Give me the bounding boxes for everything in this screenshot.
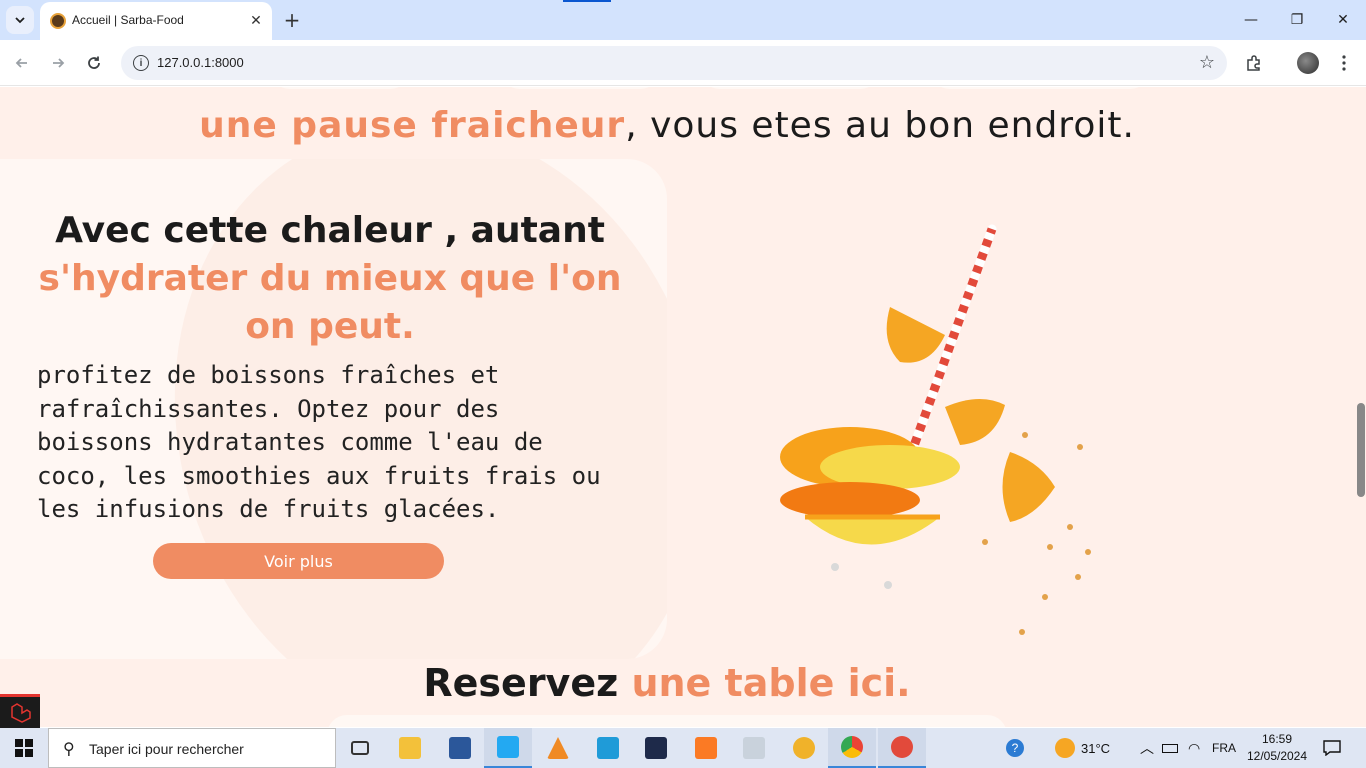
language-indicator[interactable]: FRA [1212,728,1236,768]
arrow-left-icon [15,58,27,68]
weather-temperature: 31°C [1081,740,1111,756]
task-view-button[interactable] [336,728,384,768]
language-label: FRA [1212,741,1236,755]
chrome-icon [841,736,863,758]
card-body-text: profitez de boissons fraîches et rafraîc… [37,361,601,523]
xampp-icon [695,737,717,759]
puzzle-icon [1247,55,1260,71]
hero-rest-text: , vous etes au bon endroit. [625,105,1135,146]
tab-close-icon[interactable]: ✕ [246,11,266,31]
reload-button[interactable] [80,49,108,77]
reservation-panel [327,715,1007,727]
laravel-logo-icon [11,702,31,723]
battery-tray[interactable] [1162,728,1178,768]
wifi-icon: ◠ [1188,739,1201,756]
url-text: 127.0.0.1:8000 [157,55,244,70]
show-hidden-icons-button[interactable]: ︿ [1140,728,1154,768]
vscode-icon [497,736,519,758]
chevron-up-icon: ︿ [1140,740,1154,756]
page-content: une pause fraicheur, vous etes au bon en… [0,87,1366,727]
browser-toolbar: i 127.0.0.1:8000 ☆ [0,40,1366,86]
reserve-heading: Reservez une table ici. [0,661,1334,705]
voir-plus-button[interactable]: Voir plus [153,543,444,579]
taskbar-image-viewer[interactable] [730,728,778,768]
restore-button[interactable]: ❐ [1274,6,1320,34]
clock-date: 12/05/2024 [1246,749,1308,763]
card-heading-line3: on peut. [245,306,415,347]
network-tray[interactable]: ◠ [1188,728,1200,768]
tab-search-button[interactable] [6,6,34,34]
address-bar[interactable]: i 127.0.0.1:8000 ☆ [121,46,1227,80]
battery-icon [1162,743,1178,753]
card-heading-line2: s'hydrater du mieux que l'on [38,258,622,299]
taskbar-visual-studio[interactable] [632,728,680,768]
site-info-icon[interactable]: i [133,55,149,71]
hero-subtitle: une pause fraicheur, vous etes au bon en… [0,105,1334,146]
decorative-shape [500,87,660,89]
decorative-shape [270,87,410,89]
taskbar-file-explorer[interactable] [386,728,434,768]
help-tray-icon[interactable]: ? [1006,728,1024,768]
search-icon: ⚲ [63,739,75,758]
tab-strip-indicator [563,0,611,2]
bookmark-star-icon[interactable]: ☆ [1199,52,1215,73]
decorative-shape [930,87,1150,89]
taskbar-app-blue[interactable] [584,728,632,768]
task-view-icon [351,741,369,755]
taskbar-xampp[interactable] [682,728,730,768]
close-window-button[interactable]: ✕ [1320,6,1366,34]
app-icon [793,737,815,759]
folder-icon [399,737,421,759]
tab-title: Accueil | Sarba-Food [72,13,184,27]
word-icon [449,737,471,759]
minimize-button[interactable]: — [1228,6,1274,34]
help-icon: ? [1006,739,1024,757]
start-button[interactable] [0,728,48,768]
reload-icon [88,56,100,69]
app-icon [597,737,619,759]
reserve-prefix: Reservez [423,661,632,705]
kebab-menu-icon [1342,55,1346,71]
site-favicon-icon [50,13,66,29]
laravel-debugbar-button[interactable] [0,694,40,728]
taskbar-snipping-tool[interactable] [878,728,926,768]
taskbar-app-yellow[interactable] [780,728,828,768]
system-clock[interactable]: 16:59 12/05/2024 [1246,731,1308,765]
profile-avatar[interactable] [1297,52,1319,74]
back-button[interactable] [8,49,36,77]
weather-sun-icon [1055,738,1075,758]
windows-taskbar: ⚲ Taper ici pour rechercher ? 31°C ︿ ◠ F… [0,728,1366,768]
arrow-right-icon [53,58,65,68]
decorative-shape [700,87,880,89]
clock-time: 16:59 [1261,732,1293,746]
chevron-down-icon [15,17,25,24]
windows-logo-icon [15,739,33,757]
orange-drink-illustration [780,224,1091,635]
new-tab-button[interactable]: + [280,8,304,32]
reserve-accent: une table ici. [631,661,911,705]
taskbar-search[interactable]: ⚲ Taper ici pour rechercher [48,728,336,768]
taskbar-vscode[interactable] [484,728,532,768]
notification-icon [1323,740,1341,756]
snipping-tool-icon [891,736,913,758]
browser-tab[interactable]: Accueil | Sarba-Food ✕ [40,2,272,40]
vlc-icon [547,737,569,759]
taskbar-search-placeholder: Taper ici pour rechercher [89,741,244,757]
card-heading-accent: s'hydrater du mieux que l'on on peut. [30,255,630,351]
hero-accent-text: une pause fraicheur [199,105,626,146]
weather-widget[interactable]: 31°C [1055,728,1110,768]
card-heading-line1: Avec cette chaleur , autant [55,210,605,251]
browser-menu-button[interactable] [1330,49,1358,77]
taskbar-chrome[interactable] [828,728,876,768]
image-viewer-icon [743,737,765,759]
notifications-button[interactable] [1320,736,1344,760]
promo-card: Avec cette chaleur , autant s'hydrater d… [0,159,667,659]
taskbar-word[interactable] [436,728,484,768]
taskbar-vlc[interactable] [534,728,582,768]
tab-strip: Accueil | Sarba-Food ✕ + — ❐ ✕ [0,0,1366,40]
page-scrollbar[interactable] [1357,403,1365,497]
forward-button[interactable] [44,49,72,77]
visual-studio-icon [645,737,667,759]
extensions-button[interactable] [1240,49,1268,77]
